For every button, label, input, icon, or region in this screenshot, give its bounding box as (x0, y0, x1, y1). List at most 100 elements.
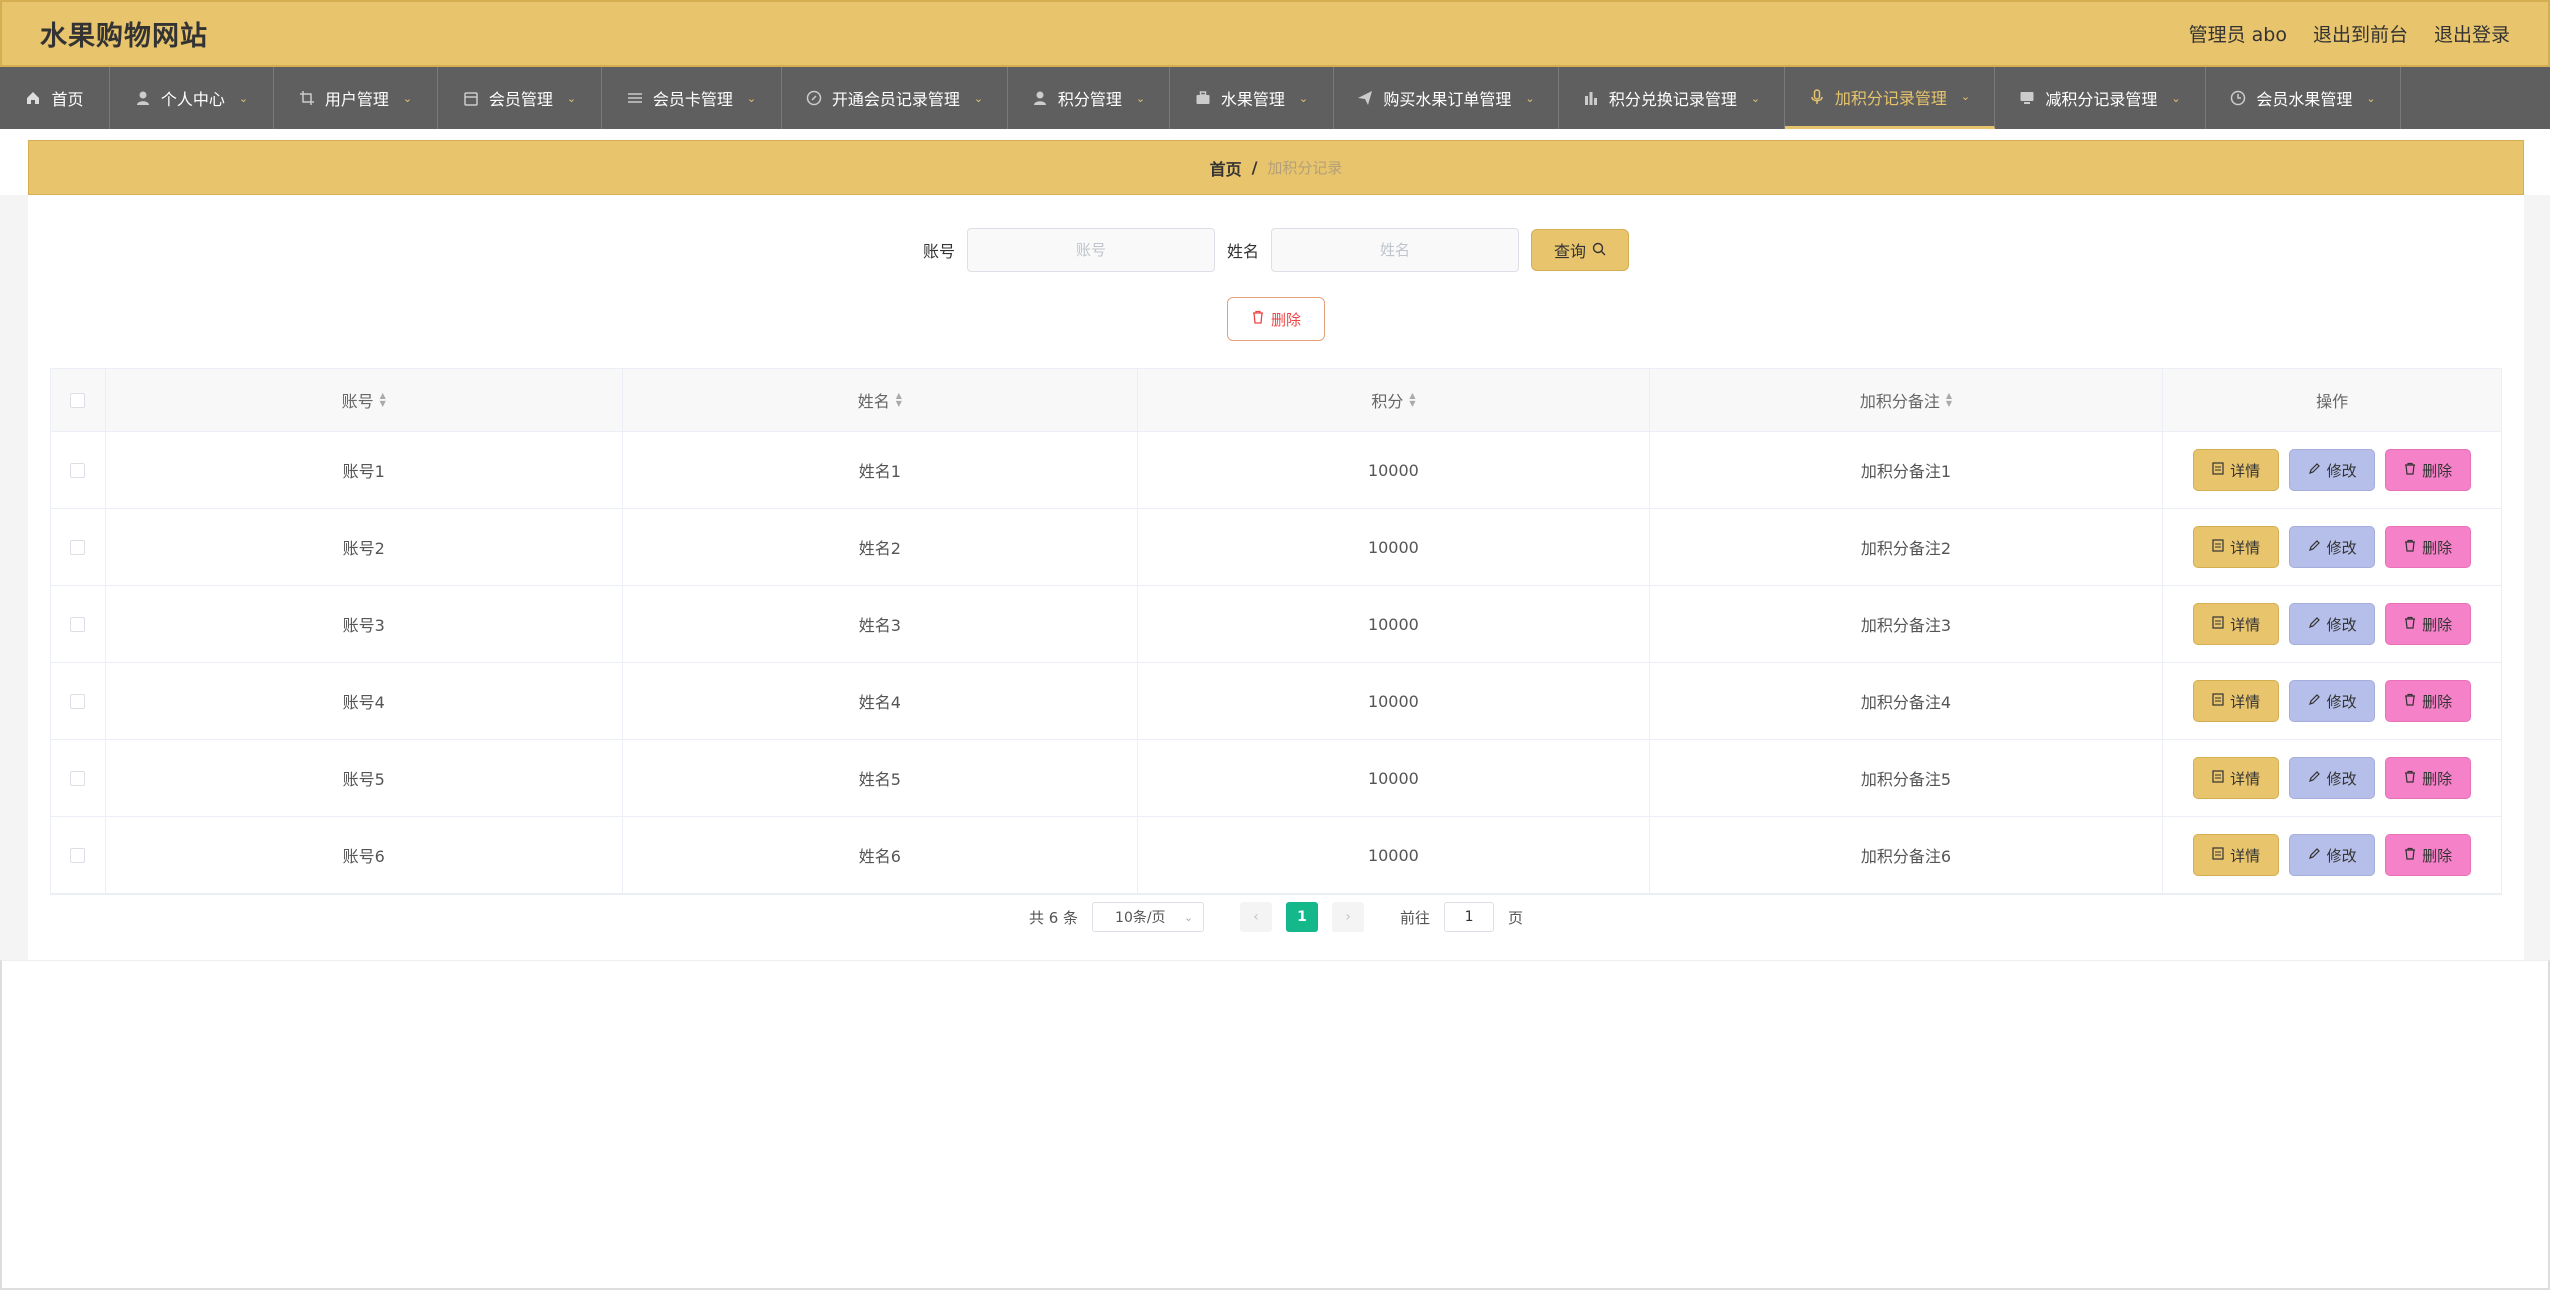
header-name[interactable]: 姓名 ▲ ▼ (623, 369, 1139, 431)
document-icon (2212, 538, 2224, 556)
header-actions: 操作 (2163, 369, 2501, 431)
cell-account: 账号4 (106, 663, 623, 739)
nav-item-home[interactable]: 首页 (0, 67, 110, 129)
row-checkbox[interactable] (70, 847, 86, 863)
page-size-label: 10条/页 (1115, 910, 1166, 926)
logout-link[interactable]: 退出登录 (2434, 20, 2510, 47)
nav-item-member-cards[interactable]: 会员卡管理 ⌄ (602, 67, 782, 129)
edit-button[interactable]: 修改 (2289, 680, 2376, 722)
breadcrumb-current: 加积分记录 (1267, 159, 1343, 177)
edit-button[interactable]: 修改 (2289, 449, 2376, 491)
next-page-button[interactable]: › (1332, 902, 1365, 932)
compass-icon (806, 90, 822, 106)
delete-button[interactable]: 删除 (2385, 526, 2472, 568)
page-number[interactable]: 1 (1286, 902, 1319, 932)
edit-button[interactable]: 修改 (2289, 834, 2376, 876)
sort-icon[interactable]: ▲ ▼ (1409, 392, 1415, 408)
detail-button[interactable]: 详情 (2193, 526, 2280, 568)
nav-item-users[interactable]: 用户管理 ⌄ (274, 67, 438, 129)
edit-label: 修改 (2326, 615, 2357, 634)
header-checkbox-cell (51, 369, 106, 431)
nav-item-points-exchange[interactable]: 积分兑换记录管理 ⌄ (1559, 67, 1785, 129)
chevron-down-icon: ⌄ (1298, 91, 1309, 105)
sort-icon[interactable]: ▲ ▼ (896, 392, 902, 408)
detail-button[interactable]: 详情 (2193, 834, 2280, 876)
nav-item-member-fruits[interactable]: 会员水果管理 ⌄ (2206, 67, 2401, 129)
cell-name: 姓名5 (623, 740, 1139, 816)
detail-button[interactable]: 详情 (2193, 603, 2280, 645)
column-label: 账号 (341, 392, 374, 411)
delete-button[interactable]: 删除 (2385, 603, 2472, 645)
chevron-down-icon: ⌄ (1183, 910, 1194, 924)
row-checkbox[interactable] (70, 693, 86, 709)
nav-label: 减积分记录管理 (2045, 90, 2158, 109)
top-header: 水果购物网站 管理员 abo 退出到前台 退出登录 (0, 0, 2550, 67)
edit-button[interactable]: 修改 (2289, 757, 2376, 799)
nav-item-fruits[interactable]: 水果管理 ⌄ (1170, 67, 1334, 129)
delete-button[interactable]: 删除 (2385, 449, 2472, 491)
crop-icon (299, 90, 315, 106)
table-row: 账号1 姓名1 10000 加积分备注1 详情 修改 删除 (51, 432, 2501, 509)
query-label: 查询 (1554, 242, 1587, 261)
table-row: 账号3 姓名3 10000 加积分备注3 详情 修改 删除 (51, 586, 2501, 663)
sort-icon[interactable]: ▲ ▼ (1946, 392, 1952, 408)
cell-note: 加积分备注4 (1650, 663, 2164, 739)
bulk-delete-label: 删除 (1270, 310, 1301, 329)
cell-points: 10000 (1138, 740, 1650, 816)
sort-icon[interactable]: ▲ ▼ (380, 392, 386, 408)
row-checkbox[interactable] (70, 539, 86, 555)
query-button[interactable]: 查询 (1531, 229, 1630, 271)
row-checkbox-cell (51, 509, 106, 585)
delete-button[interactable]: 删除 (2385, 680, 2472, 722)
account-search-input[interactable] (967, 228, 1215, 272)
bulk-delete-button[interactable]: 删除 (1227, 297, 1325, 341)
nav-label: 个人中心 (160, 90, 225, 109)
chevron-down-icon: ⌄ (746, 91, 757, 105)
nav-item-members[interactable]: 会员管理 ⌄ (438, 67, 602, 129)
chevron-down-icon: ⌄ (1135, 91, 1146, 105)
detail-label: 详情 (2230, 538, 2261, 557)
header-note[interactable]: 加积分备注 ▲ ▼ (1650, 369, 2164, 431)
chevron-down-icon: ⌄ (1525, 91, 1535, 105)
page-size-select[interactable]: 10条/页 ⌄ (1092, 902, 1205, 932)
detail-button[interactable]: 详情 (2193, 449, 2280, 491)
cell-note: 加积分备注2 (1650, 509, 2164, 585)
exit-front-link[interactable]: 退出到前台 (2313, 20, 2408, 47)
row-checkbox[interactable] (70, 462, 86, 478)
delete-button[interactable]: 删除 (2385, 757, 2472, 799)
cell-actions: 详情 修改 删除 (2163, 432, 2501, 508)
detail-label: 详情 (2230, 461, 2261, 480)
delete-label: 删除 (2422, 846, 2453, 865)
edit-button[interactable]: 修改 (2289, 603, 2376, 645)
pencil-icon (2308, 769, 2321, 787)
edit-button[interactable]: 修改 (2289, 526, 2376, 568)
clock-icon (2230, 90, 2246, 106)
detail-button[interactable]: 详情 (2193, 680, 2280, 722)
trash-icon (2404, 615, 2416, 633)
detail-button[interactable]: 详情 (2193, 757, 2280, 799)
header-account[interactable]: 账号 ▲ ▼ (106, 369, 623, 431)
name-label: 姓名 (1227, 242, 1260, 261)
row-checkbox[interactable] (70, 770, 86, 786)
nav-item-profile[interactable]: 个人中心 ⌄ (110, 67, 274, 129)
goto-page-input[interactable] (1444, 902, 1495, 932)
nav-item-fruit-orders[interactable]: 购买水果订单管理 ⌄ (1334, 67, 1559, 129)
nav-item-add-points[interactable]: 加积分记录管理 ⌄ (1785, 67, 1995, 129)
row-checkbox[interactable] (70, 616, 86, 632)
nav-item-membership-records[interactable]: 开通会员记录管理 ⌄ (782, 67, 1008, 129)
detail-label: 详情 (2230, 769, 2261, 788)
nav-label: 开通会员记录管理 (831, 90, 960, 109)
select-all-checkbox[interactable] (70, 392, 86, 408)
prev-page-button[interactable]: ‹ (1240, 902, 1273, 932)
delete-button[interactable]: 删除 (2385, 834, 2472, 876)
nav-item-deduct-points[interactable]: 减积分记录管理 ⌄ (1995, 67, 2206, 129)
header-points[interactable]: 积分 ▲ ▼ (1138, 369, 1650, 431)
name-search-input[interactable] (1271, 228, 1520, 272)
breadcrumb-home[interactable]: 首页 (1210, 156, 1242, 180)
document-icon (2212, 769, 2224, 787)
column-label: 操作 (2316, 392, 2349, 411)
document-icon (2212, 692, 2224, 710)
edit-label: 修改 (2326, 692, 2357, 711)
nav-item-points[interactable]: 积分管理 ⌄ (1008, 67, 1170, 129)
home-icon (25, 90, 41, 106)
